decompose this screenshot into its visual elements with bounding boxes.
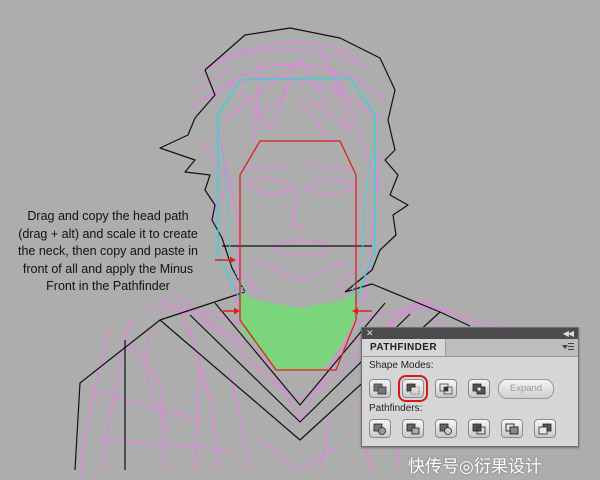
instruction-line: front of all and apply the Minus <box>22 261 194 276</box>
minus-front-button[interactable] <box>398 375 428 402</box>
minus-back-button[interactable] <box>534 419 556 438</box>
panel-close-icon[interactable]: ✕ <box>366 328 374 339</box>
unite-button[interactable] <box>369 379 391 398</box>
pathfinder-panel: ✕ ◀◀ PATHFINDER Shape Modes: Expand Path… <box>361 327 579 447</box>
divide-icon <box>373 423 386 435</box>
divide-button[interactable] <box>369 419 391 438</box>
panel-collapse-icon[interactable]: ◀◀ <box>563 328 574 339</box>
panel-menu-icon[interactable] <box>562 342 574 352</box>
trim-icon <box>406 423 420 434</box>
minus-back-icon <box>538 423 552 434</box>
panel-tab-row: PATHFINDER <box>362 339 578 357</box>
instruction-line: (drag + alt) and scale it to create <box>18 226 198 241</box>
trim-button[interactable] <box>402 419 424 438</box>
instruction-text: Drag and copy the head path (drag + alt)… <box>6 208 210 296</box>
instruction-line: Front in the Pathfinder <box>46 279 170 293</box>
crop-button[interactable] <box>468 419 490 438</box>
intersect-button[interactable] <box>435 379 457 398</box>
merge-icon <box>439 423 452 435</box>
tab-pathfinder[interactable]: PATHFINDER <box>362 339 446 356</box>
watermark-text: 快传号◎衍果设计 <box>408 457 542 477</box>
outline-icon <box>505 423 519 434</box>
crop-icon <box>472 423 486 434</box>
unite-icon <box>373 383 387 394</box>
merge-button[interactable] <box>435 419 457 438</box>
instruction-line: Drag and copy the head path <box>27 209 189 223</box>
shape-modes-label: Shape Modes: <box>369 360 434 371</box>
instruction-line: the neck, then copy and paste in <box>18 244 198 258</box>
intersect-icon <box>439 383 453 394</box>
minus-front-icon <box>406 383 420 394</box>
panel-titlebar[interactable]: ✕ ◀◀ <box>362 328 578 339</box>
exclude-icon <box>472 383 486 394</box>
expand-button[interactable]: Expand <box>498 379 554 399</box>
outline-button[interactable] <box>501 419 523 438</box>
pathfinders-label: Pathfinders: <box>369 403 423 414</box>
exclude-button[interactable] <box>468 379 490 398</box>
